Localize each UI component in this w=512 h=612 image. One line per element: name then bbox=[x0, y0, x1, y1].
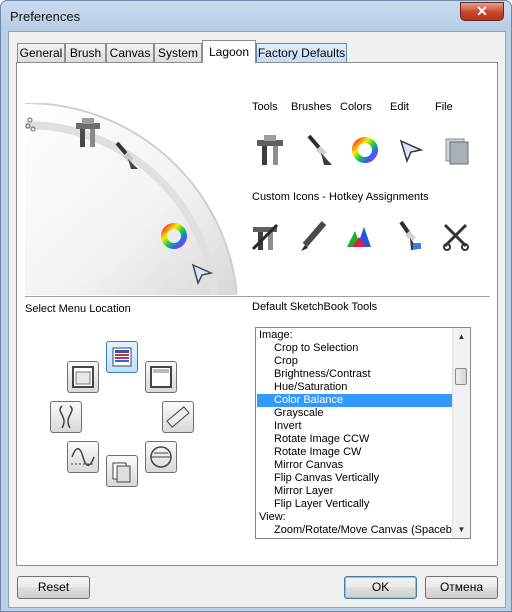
reset-button[interactable]: Reset bbox=[17, 576, 90, 599]
tools-icon[interactable] bbox=[254, 133, 286, 167]
arc-cursor-icon bbox=[191, 263, 214, 286]
location-bottom-left-button[interactable] bbox=[67, 441, 99, 473]
location-bottom-right-button[interactable] bbox=[145, 441, 177, 473]
tab-canvas[interactable]: Canvas bbox=[106, 43, 154, 62]
location-left-button[interactable] bbox=[50, 401, 82, 433]
color-wheel-icon[interactable] bbox=[349, 133, 381, 167]
list-item[interactable]: Rotate Image CCW bbox=[257, 433, 469, 446]
scroll-thumb[interactable] bbox=[455, 368, 467, 385]
list-item[interactable]: Image: bbox=[257, 329, 454, 342]
default-tools-listbox[interactable]: Image: Crop to Selection Crop Brightness… bbox=[255, 327, 471, 539]
location-bottom-button[interactable] bbox=[106, 455, 138, 487]
list-item[interactable]: Zoom/Rotate/Move Canvas (Spacebar) bbox=[257, 524, 469, 537]
pencil-icon[interactable] bbox=[297, 219, 329, 253]
window-frame-icon bbox=[72, 366, 94, 388]
list-item[interactable]: Grayscale bbox=[257, 407, 469, 420]
ruler-icon bbox=[166, 406, 190, 428]
lagoon-preview bbox=[25, 103, 237, 295]
custom-brush-icon[interactable] bbox=[393, 219, 425, 253]
close-button[interactable]: ✕ bbox=[460, 2, 504, 21]
window-title: Preferences bbox=[10, 9, 81, 24]
lagoon-panel: Tools Brushes Colors Edit File Custom Ic… bbox=[16, 62, 498, 566]
list-item[interactable]: Crop bbox=[257, 355, 469, 368]
window-frame-icon bbox=[150, 366, 172, 388]
header-tools: Tools bbox=[252, 101, 278, 113]
header-colors: Colors bbox=[340, 101, 372, 113]
list-item[interactable]: Crop to Selection bbox=[257, 342, 469, 355]
header-file: File bbox=[435, 101, 453, 113]
default-tools-label: Default SketchBook Tools bbox=[252, 301, 378, 313]
scroll-down-icon[interactable]: ▼ bbox=[453, 521, 470, 538]
scissors-tools-icon[interactable] bbox=[440, 219, 472, 253]
tab-system[interactable]: System bbox=[154, 43, 202, 62]
arc-color-wheel-icon bbox=[161, 223, 187, 249]
list-scrollbar[interactable]: ▲ ▼ bbox=[452, 328, 470, 538]
arc-tools-icon bbox=[76, 118, 100, 147]
dialog-body: General Brush Canvas System Lagoon Facto… bbox=[8, 31, 506, 608]
arc-brush-icon bbox=[115, 141, 138, 169]
tab-factory-defaults[interactable]: Factory Defaults bbox=[256, 43, 347, 62]
color-puck-icon[interactable] bbox=[344, 219, 376, 253]
select-menu-location-label: Select Menu Location bbox=[25, 303, 131, 315]
ok-button[interactable]: OK bbox=[344, 576, 417, 599]
list-item[interactable]: Rotate Image CW bbox=[257, 446, 469, 459]
tab-brush[interactable]: Brush bbox=[65, 43, 106, 62]
location-top-right-button[interactable] bbox=[145, 361, 177, 393]
custom-tools-icon[interactable] bbox=[249, 219, 281, 253]
list-item[interactable]: Invert bbox=[257, 420, 469, 433]
list-item[interactable]: Mirror Canvas bbox=[257, 459, 469, 472]
list-item-selected[interactable]: Color Balance bbox=[257, 394, 469, 407]
list-item[interactable]: View: bbox=[257, 511, 454, 524]
ellipse-guide-icon bbox=[150, 446, 172, 468]
cursor-arrow-icon[interactable] bbox=[395, 133, 427, 167]
top-bar-icon bbox=[112, 347, 132, 367]
list-item[interactable]: Brightness/Contrast bbox=[257, 368, 469, 381]
location-top-button[interactable] bbox=[106, 341, 138, 373]
list-item[interactable]: Flip Canvas Vertically bbox=[257, 472, 469, 485]
pages-icon bbox=[112, 462, 131, 483]
header-brushes: Brushes bbox=[291, 101, 332, 113]
cancel-button[interactable]: Отмена bbox=[425, 576, 498, 599]
tab-lagoon[interactable]: Lagoon bbox=[202, 40, 256, 63]
list-item[interactable]: Flip Layer Vertically bbox=[257, 498, 469, 511]
tab-general[interactable]: General bbox=[17, 43, 65, 62]
scroll-up-icon[interactable]: ▲ bbox=[453, 328, 470, 345]
file-pages-icon[interactable] bbox=[440, 133, 472, 167]
brush-icon[interactable] bbox=[303, 133, 335, 167]
location-top-left-button[interactable] bbox=[67, 361, 99, 393]
curve-icon bbox=[59, 405, 73, 429]
custom-icons-label: Custom Icons - Hotkey Assignments bbox=[252, 191, 429, 203]
list-item[interactable]: Mirror Layer bbox=[257, 485, 469, 498]
header-edit: Edit bbox=[390, 101, 409, 113]
section-divider bbox=[25, 296, 490, 297]
title-bar[interactable]: Preferences ✕ bbox=[1, 1, 511, 31]
list-item[interactable]: Hue/Saturation bbox=[257, 381, 469, 394]
location-right-button[interactable] bbox=[162, 401, 194, 433]
wave-icon bbox=[71, 448, 95, 466]
preferences-window: Preferences ✕ General Brush Canvas Syste… bbox=[0, 0, 512, 612]
